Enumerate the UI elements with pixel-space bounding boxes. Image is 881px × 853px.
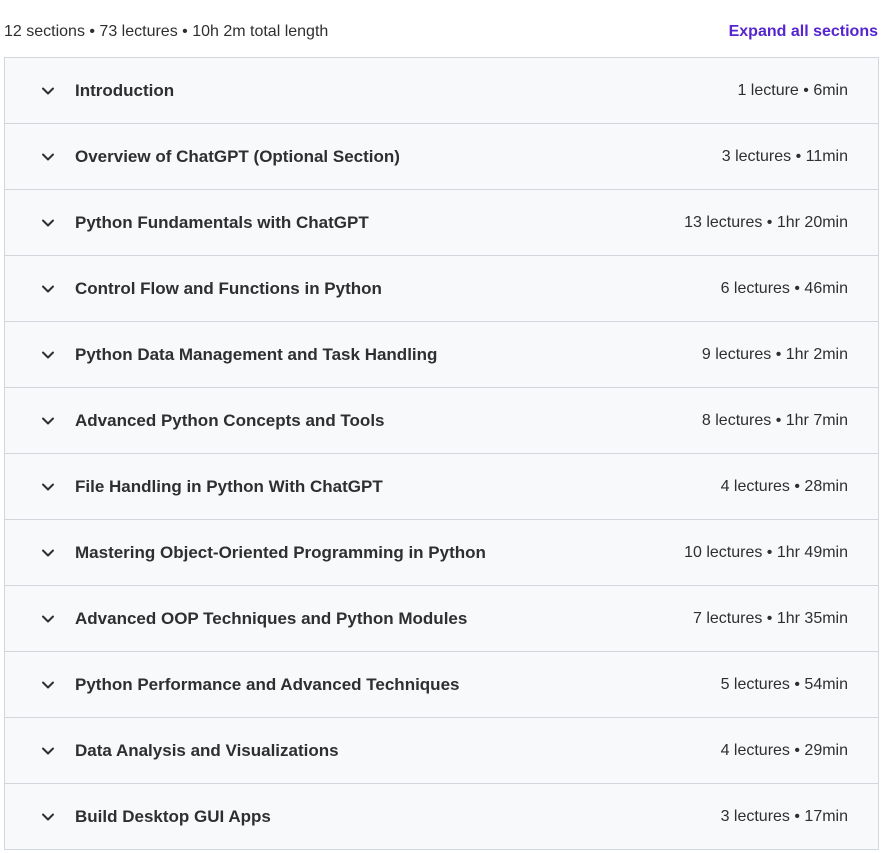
chevron-down-icon — [41, 678, 55, 692]
section-row-python-fundamentals[interactable]: Python Fundamentals with ChatGPT 13 lect… — [5, 190, 878, 256]
section-row-data-management[interactable]: Python Data Management and Task Handling… — [5, 322, 878, 388]
section-title: Introduction — [75, 81, 175, 100]
section-row-overview-of-chatgpt[interactable]: Overview of ChatGPT (Optional Section) 3… — [5, 124, 878, 190]
chevron-down-icon — [41, 84, 55, 98]
section-title: Python Performance and Advanced Techniqu… — [75, 675, 460, 694]
section-title: Advanced OOP Techniques and Python Modul… — [75, 609, 468, 628]
section-lecture-count: 13 lectures • 1hr 20min — [684, 214, 848, 231]
chevron-down-icon — [41, 150, 55, 164]
chevron-down-icon — [41, 282, 55, 296]
section-row-desktop-gui[interactable]: Build Desktop GUI Apps 3 lectures • 17mi… — [5, 784, 878, 850]
section-lecture-count: 5 lectures • 54min — [720, 676, 848, 693]
section-lecture-count: 3 lectures • 17min — [720, 808, 848, 825]
section-title: Python Fundamentals with ChatGPT — [75, 213, 369, 232]
section-lecture-count: 10 lectures • 1hr 49min — [684, 544, 848, 561]
section-row-control-flow[interactable]: Control Flow and Functions in Python 6 l… — [5, 256, 878, 322]
curriculum-summary-bar: 12 sections • 73 lectures • 10h 2m total… — [0, 0, 881, 57]
section-row-advanced-concepts[interactable]: Advanced Python Concepts and Tools 8 lec… — [5, 388, 878, 454]
section-lecture-count: 9 lectures • 1hr 2min — [701, 346, 848, 363]
section-row-introduction[interactable]: Introduction 1 lecture • 6min — [5, 58, 878, 124]
section-row-oop[interactable]: Mastering Object-Oriented Programming in… — [5, 520, 878, 586]
section-lecture-count: 4 lectures • 28min — [720, 478, 848, 495]
section-lecture-count: 1 lecture • 6min — [737, 82, 848, 99]
section-lecture-count: 4 lectures • 29min — [720, 742, 848, 759]
section-lecture-count: 6 lectures • 46min — [720, 280, 848, 297]
chevron-down-icon — [41, 216, 55, 230]
section-lecture-count: 3 lectures • 11min — [721, 148, 848, 165]
chevron-down-icon — [41, 480, 55, 494]
section-title: Mastering Object-Oriented Programming in… — [75, 543, 486, 562]
chevron-down-icon — [41, 546, 55, 560]
section-row-file-handling[interactable]: File Handling in Python With ChatGPT 4 l… — [5, 454, 878, 520]
section-title: Build Desktop GUI Apps — [75, 807, 271, 826]
section-lecture-count: 7 lectures • 1hr 35min — [692, 610, 848, 627]
section-title: File Handling in Python With ChatGPT — [75, 477, 383, 496]
chevron-down-icon — [41, 348, 55, 362]
chevron-down-icon — [41, 810, 55, 824]
section-title: Advanced Python Concepts and Tools — [75, 411, 385, 430]
expand-all-sections-button[interactable]: Expand all sections — [729, 22, 878, 42]
section-title: Data Analysis and Visualizations — [75, 741, 339, 760]
chevron-down-icon — [41, 744, 55, 758]
section-row-data-analysis[interactable]: Data Analysis and Visualizations 4 lectu… — [5, 718, 878, 784]
section-title: Control Flow and Functions in Python — [75, 279, 382, 298]
section-lecture-count: 8 lectures • 1hr 7min — [701, 412, 848, 429]
course-content-summary: 12 sections • 73 lectures • 10h 2m total… — [4, 23, 329, 40]
chevron-down-icon — [41, 414, 55, 428]
section-title: Python Data Management and Task Handling — [75, 345, 438, 364]
section-row-advanced-oop[interactable]: Advanced OOP Techniques and Python Modul… — [5, 586, 878, 652]
curriculum-section-list: Introduction 1 lecture • 6min Overview o… — [4, 57, 879, 850]
chevron-down-icon — [41, 612, 55, 626]
section-title: Overview of ChatGPT (Optional Section) — [75, 147, 400, 166]
section-row-performance[interactable]: Python Performance and Advanced Techniqu… — [5, 652, 878, 718]
